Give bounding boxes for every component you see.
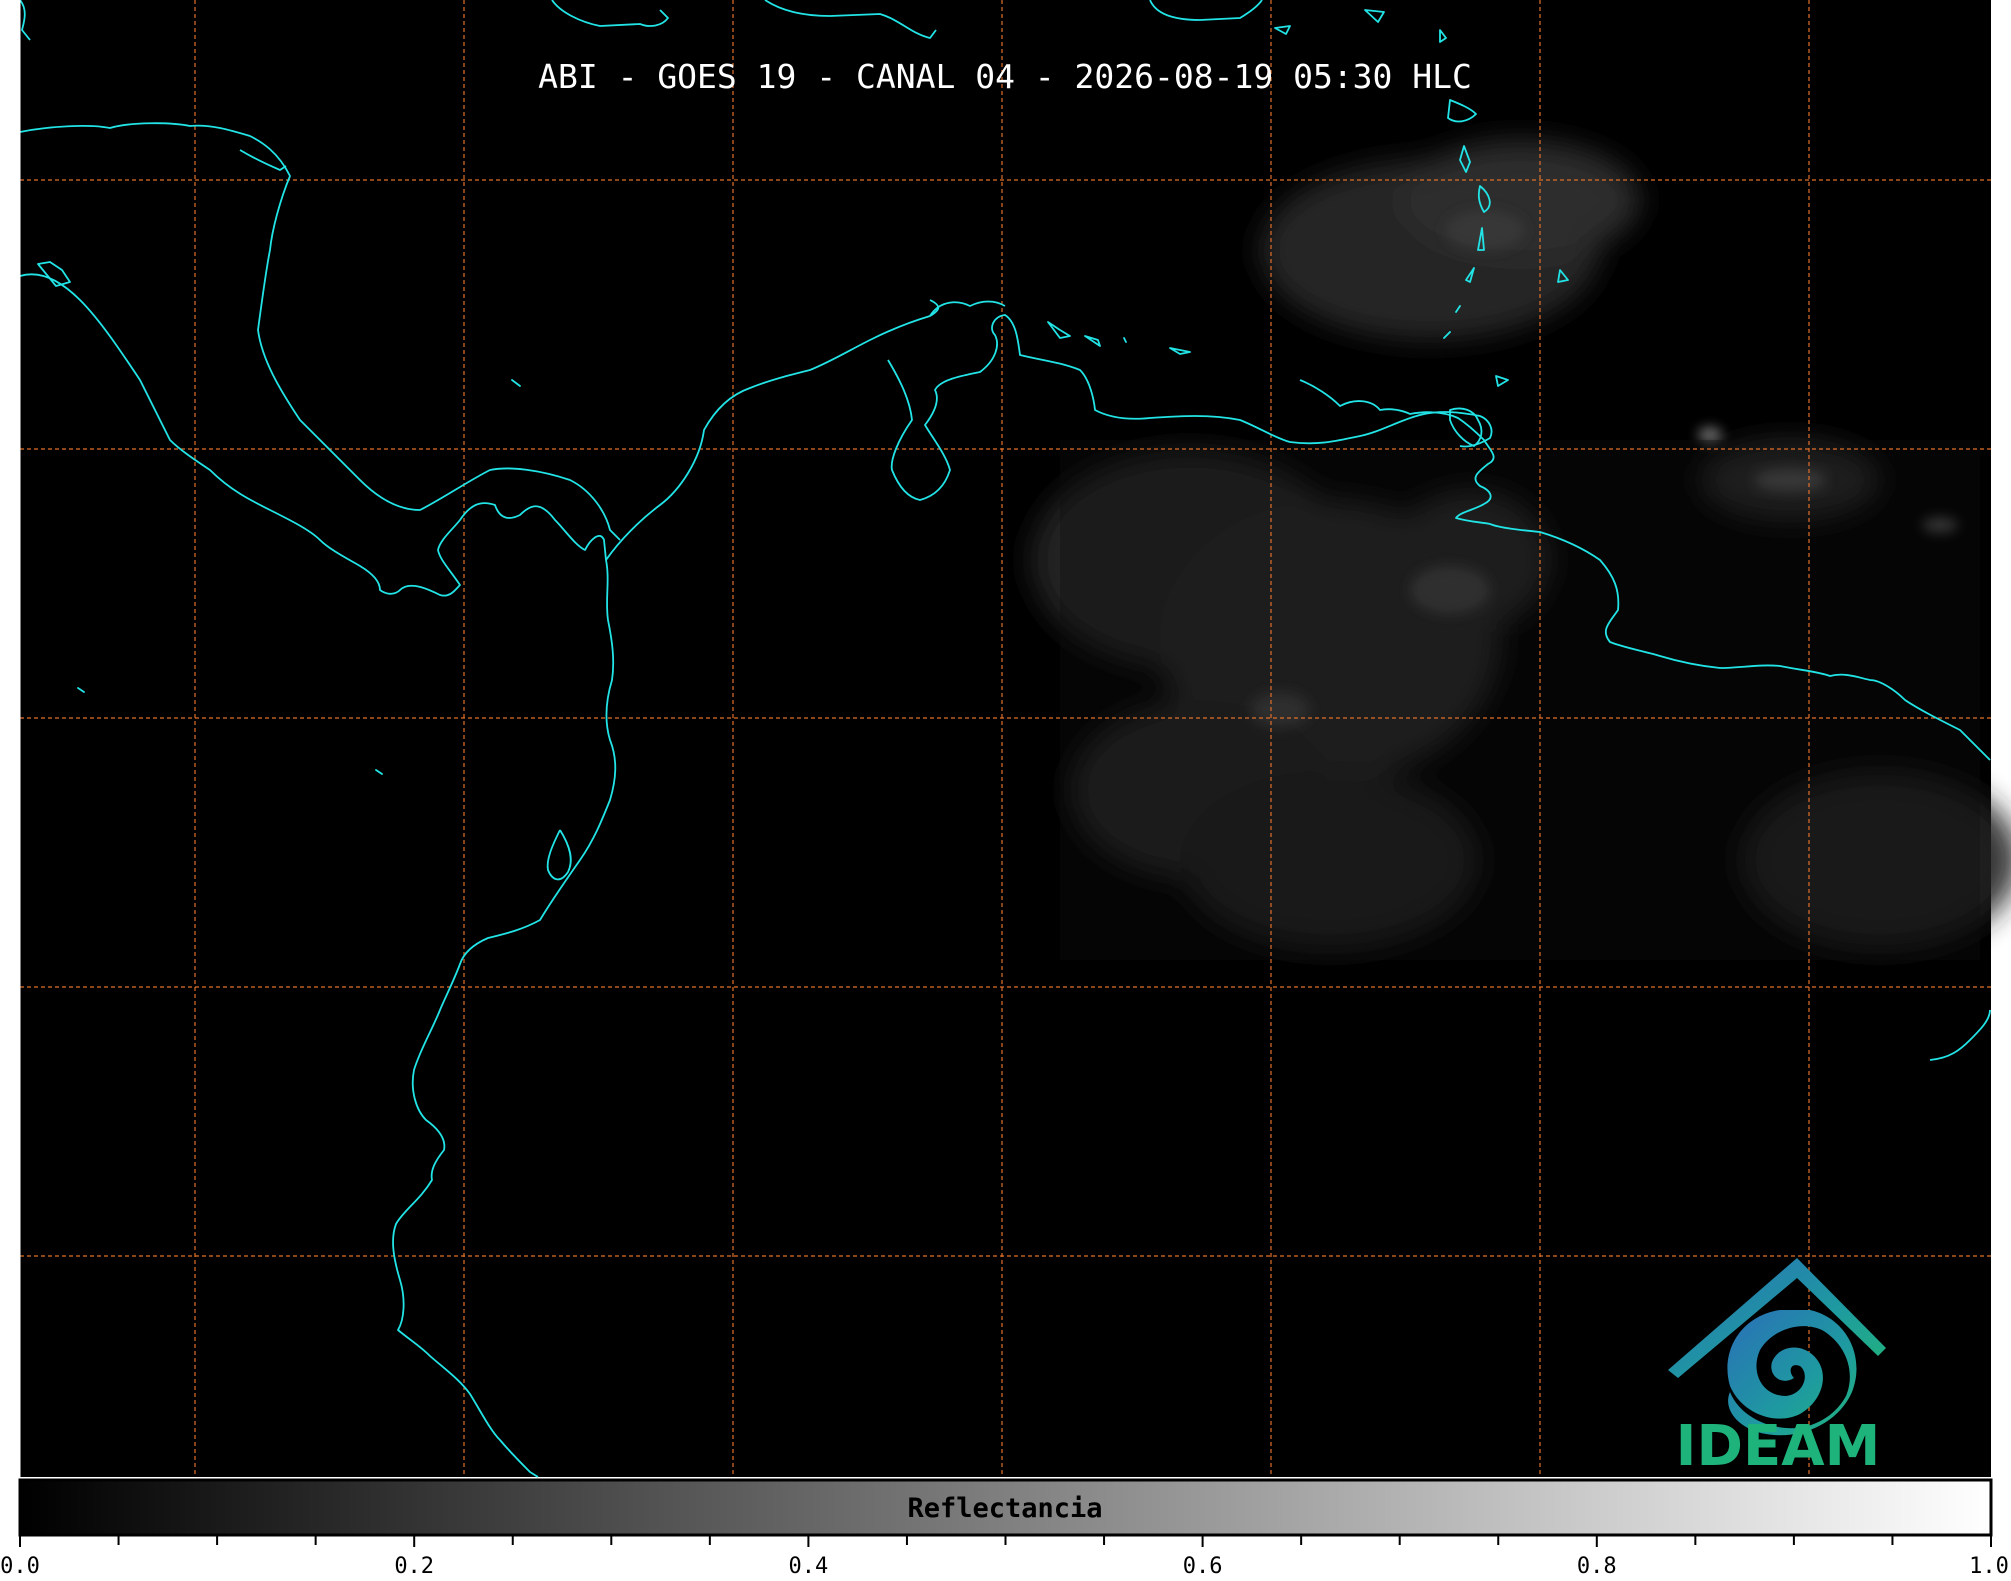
colorbar: Reflectancia 0.0 0.2 0.4 0.6 0.8 1.0 <box>0 1478 2009 1579</box>
satellite-image-viewer: ABI - GOES 19 - CANAL 04 - 2026-08-19 05… <box>0 0 2011 1579</box>
logo-text: IDEAM <box>1676 1414 1881 1479</box>
colorbar-tick-label: 0.8 <box>1577 1554 1617 1577</box>
colorbar-tick-label: 1.0 <box>1969 1554 2009 1577</box>
colorbar-label: Reflectancia <box>907 1493 1102 1524</box>
colorbar-tick-label: 0.6 <box>1183 1554 1223 1577</box>
map-title: ABI - GOES 19 - CANAL 04 - 2026-08-19 05… <box>538 57 1472 96</box>
colorbar-tick-label: 0.0 <box>0 1554 40 1577</box>
colorbar-ticks: 0.0 0.2 0.4 0.6 0.8 1.0 <box>0 1535 2009 1579</box>
colorbar-tick-label: 0.2 <box>394 1554 434 1577</box>
colorbar-tick-label: 0.4 <box>789 1554 829 1577</box>
